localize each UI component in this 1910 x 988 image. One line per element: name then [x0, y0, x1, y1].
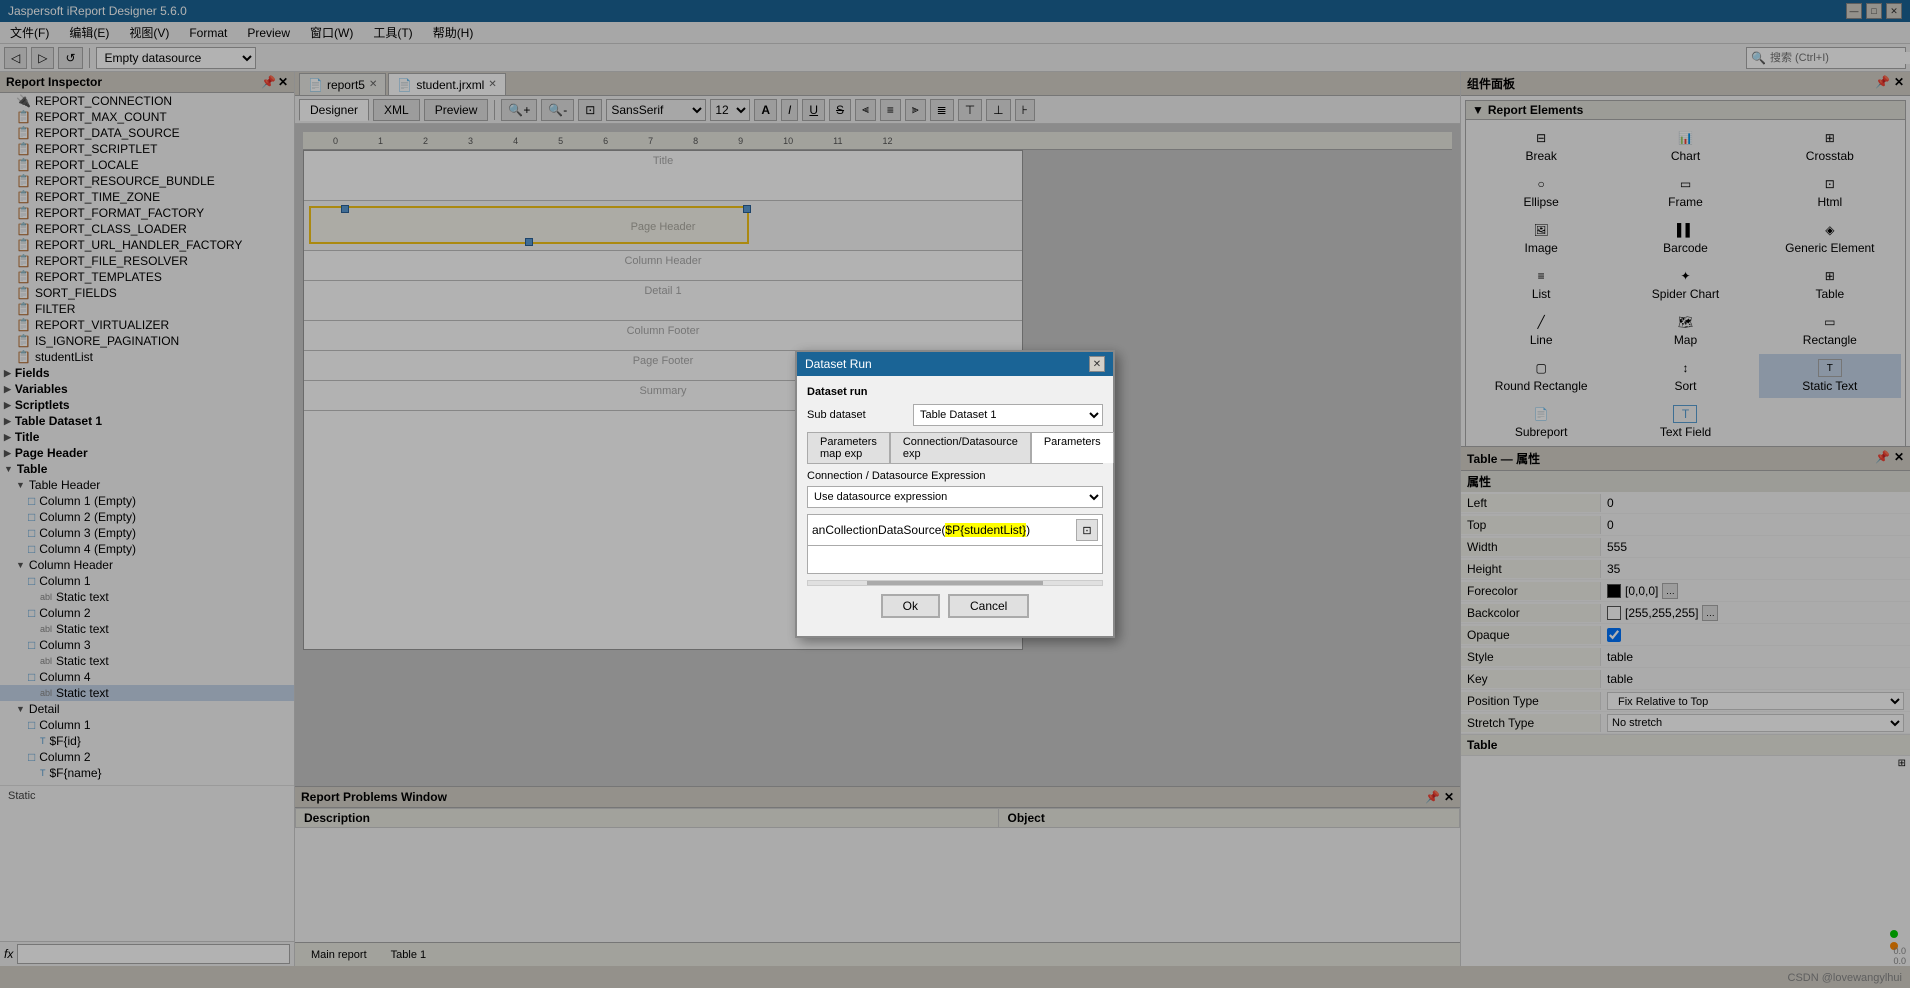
sub-dataset-label: Sub dataset [807, 409, 907, 421]
expression-text: anCollectionDataSource($P{studentList}) [812, 523, 1072, 537]
use-datasource-row: Use datasource expression [807, 486, 1103, 508]
expression-edit-btn[interactable]: ⊡ [1076, 519, 1098, 541]
dialog-buttons: Ok Cancel [807, 586, 1103, 626]
dialog-close-button[interactable]: ✕ [1089, 356, 1105, 372]
params-map-tab[interactable]: Parameters map exp [807, 432, 890, 463]
scrollbar-thumb [867, 581, 1043, 585]
cancel-button[interactable]: Cancel [948, 594, 1029, 618]
dialog-tabs: Parameters map exp Connection/Datasource… [807, 432, 1103, 464]
expression-extra-row [807, 546, 1103, 574]
scrollbar[interactable] [807, 580, 1103, 586]
expression-highlight: $P{studentList} [945, 523, 1026, 537]
connection-expression-label: Connection / Datasource Expression [807, 470, 1103, 482]
dialog-section-label: Dataset run [807, 386, 1103, 398]
expression-box: anCollectionDataSource($P{studentList}) … [807, 514, 1103, 546]
datasource-type-select[interactable]: Use datasource expression [807, 486, 1103, 508]
parameters-btn[interactable]: Parameters [1031, 432, 1114, 463]
dataset-dialog: Dataset Run ✕ Dataset run Sub dataset Ta… [795, 350, 1115, 638]
connection-datasource-tab[interactable]: Connection/Datasource exp [890, 432, 1031, 463]
dialog-sub-dataset-row: Sub dataset Table Dataset 1 [807, 404, 1103, 426]
dialog-titlebar: Dataset Run ✕ [797, 352, 1113, 376]
sub-dataset-select[interactable]: Table Dataset 1 [913, 404, 1103, 426]
dialog-overlay: Dataset Run ✕ Dataset run Sub dataset Ta… [0, 0, 1910, 988]
dialog-content: Dataset run Sub dataset Table Dataset 1 … [797, 376, 1113, 636]
dialog-title: Dataset Run [805, 357, 872, 371]
ok-button[interactable]: Ok [881, 594, 940, 618]
